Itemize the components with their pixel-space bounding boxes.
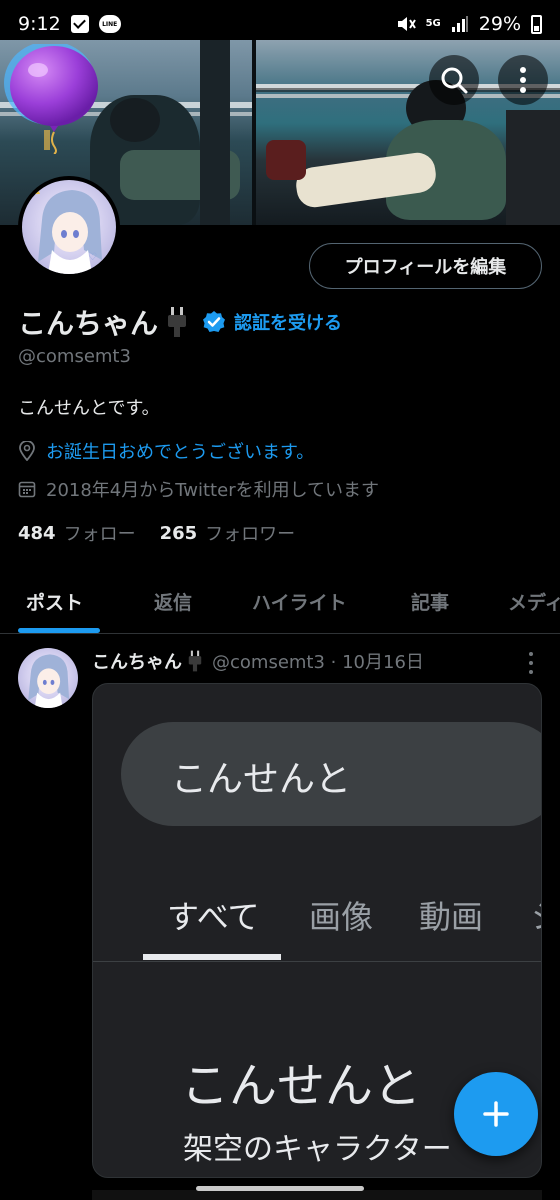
battery-icon	[531, 14, 542, 34]
status-time: 9:12	[18, 13, 61, 35]
plug-emoji-icon	[188, 650, 202, 672]
follow-stats: 484 フォロー 265 フォロワー	[18, 520, 295, 546]
edit-profile-button[interactable]: プロフィールを編集	[309, 243, 542, 289]
media-search-text: こんせんと	[171, 759, 352, 800]
tab-posts[interactable]: ポスト	[26, 588, 83, 615]
media-tab-indicator	[143, 954, 281, 960]
following-label[interactable]: フォロー	[64, 520, 136, 546]
calendar-icon	[18, 481, 36, 498]
post-header: こんちゃん @comsemt3 · 10月16日	[92, 648, 424, 674]
search-button[interactable]	[429, 55, 479, 105]
profile-joined-text: 2018年4月からTwitterを利用しています	[46, 480, 380, 501]
mute-icon	[397, 17, 416, 31]
line-app-icon: LINE	[98, 15, 121, 33]
media-divider	[93, 961, 541, 962]
signal-icon	[451, 16, 468, 32]
avatar-illustration: ♡	[32, 186, 102, 274]
tab-media[interactable]: メディア	[508, 588, 560, 615]
profile-bio: こんせんとです。	[18, 398, 160, 419]
plus-icon	[483, 1101, 509, 1127]
get-verified-link[interactable]: 認証を受ける	[234, 309, 342, 335]
location-pin-icon	[19, 441, 35, 461]
following-count[interactable]: 484	[18, 523, 56, 544]
post-author-name[interactable]: こんちゃん	[92, 648, 182, 674]
display-name: こんちゃん	[18, 307, 159, 340]
profile-location-text[interactable]: お誕生日おめでとうございます。	[46, 438, 314, 464]
media-tab-images: 画像	[309, 898, 374, 936]
tab-replies[interactable]: 返信	[154, 588, 192, 615]
followers-label[interactable]: フォロワー	[205, 520, 295, 546]
tab-articles[interactable]: 記事	[411, 588, 449, 615]
more-vertical-icon	[520, 67, 526, 93]
media-tab-all: すべて	[167, 898, 260, 936]
plug-emoji-icon	[168, 307, 187, 337]
search-icon	[441, 67, 468, 94]
svg-text:♡: ♡	[88, 252, 97, 263]
profile-tabs: ポスト 返信 ハイライト 記事 メディア	[0, 568, 560, 634]
profile-joined-row: 2018年4月からTwitterを利用しています	[18, 476, 379, 502]
checkbox-notification-icon	[70, 15, 89, 33]
profile-avatar[interactable]: ♡	[18, 176, 120, 278]
balloon-birthday-icon	[4, 44, 98, 154]
post-more-button[interactable]	[522, 652, 540, 674]
media-tab-shorts: ショ	[531, 892, 541, 938]
more-options-button[interactable]	[498, 55, 548, 105]
status-bar: 9:12 LINE 5G 29%	[0, 0, 560, 48]
media-search-bar: こんせんと	[121, 722, 541, 826]
avatar-illustration	[28, 654, 70, 708]
battery-percent: 29%	[478, 13, 521, 35]
post-author-avatar[interactable]	[18, 648, 78, 708]
media-result-subtitle: 架空のキャラクター	[183, 1132, 452, 1167]
tab-highlights[interactable]: ハイライト	[252, 588, 347, 615]
media-tab-videos: 動画	[419, 898, 484, 936]
next-post-edge	[92, 1190, 542, 1200]
media-result-title: こんせんと	[181, 1058, 422, 1114]
post-meta: @comsemt3 · 10月16日	[212, 652, 424, 673]
followers-count[interactable]: 265	[160, 523, 198, 544]
network-label: 5G	[425, 18, 441, 29]
more-vertical-icon	[529, 652, 533, 656]
compose-post-button[interactable]	[454, 1072, 538, 1156]
verified-badge-icon[interactable]	[202, 310, 226, 334]
profile-location-row: お誕生日おめでとうございます。	[18, 438, 314, 464]
profile-handle: @comsemt3	[18, 346, 131, 367]
home-gesture-bar[interactable]	[196, 1186, 364, 1191]
active-tab-indicator	[18, 628, 100, 633]
profile-name-row: こんちゃん 認証を受ける	[18, 300, 342, 344]
